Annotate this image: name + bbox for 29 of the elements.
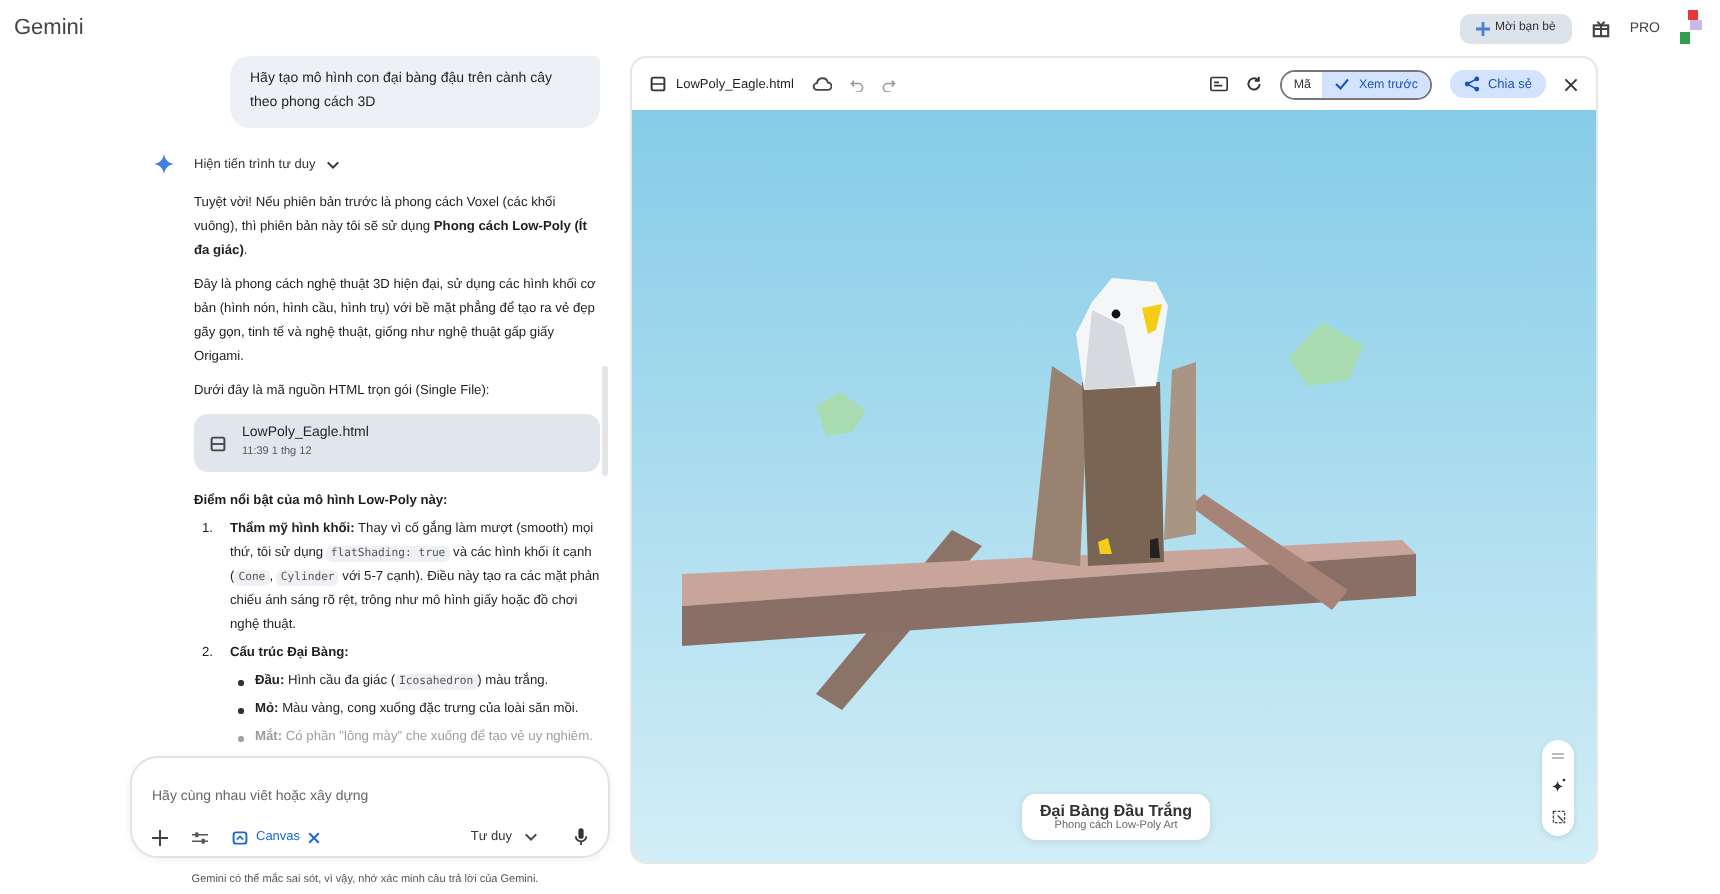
undo-icon[interactable] bbox=[849, 77, 864, 91]
chevron-down-icon bbox=[524, 832, 538, 842]
cloud-icon[interactable] bbox=[811, 76, 832, 92]
close-icon[interactable] bbox=[1564, 77, 1578, 91]
app-title[interactable]: Gemini bbox=[14, 16, 84, 40]
refresh-icon[interactable] bbox=[1245, 76, 1262, 92]
close-icon[interactable] bbox=[308, 831, 321, 843]
select-area-icon[interactable] bbox=[1551, 810, 1565, 824]
document-icon bbox=[650, 76, 666, 92]
gift-icon[interactable] bbox=[1591, 19, 1610, 37]
canvas-icon bbox=[232, 829, 248, 845]
avatar-icon[interactable] bbox=[1680, 10, 1704, 46]
document-icon bbox=[210, 435, 226, 451]
redo-icon[interactable] bbox=[881, 77, 896, 91]
bullet bbox=[238, 708, 243, 713]
bullet bbox=[238, 736, 243, 741]
plus-icon[interactable] bbox=[152, 829, 168, 845]
caption-title: Đại Bàng Đầu Trắng bbox=[1040, 802, 1193, 820]
tools-icon[interactable] bbox=[192, 829, 208, 845]
plus-icon bbox=[1475, 21, 1490, 35]
sparkle-icon bbox=[154, 154, 174, 174]
share-icon bbox=[1463, 76, 1480, 92]
check-icon bbox=[1334, 78, 1351, 90]
microphone-icon[interactable] bbox=[574, 828, 588, 846]
sparkle-icon[interactable] bbox=[1551, 778, 1565, 792]
console-icon[interactable] bbox=[1209, 76, 1228, 92]
bullet bbox=[238, 680, 243, 685]
chevron-down-icon bbox=[325, 159, 340, 169]
drag-handle-icon[interactable] bbox=[1552, 752, 1564, 760]
